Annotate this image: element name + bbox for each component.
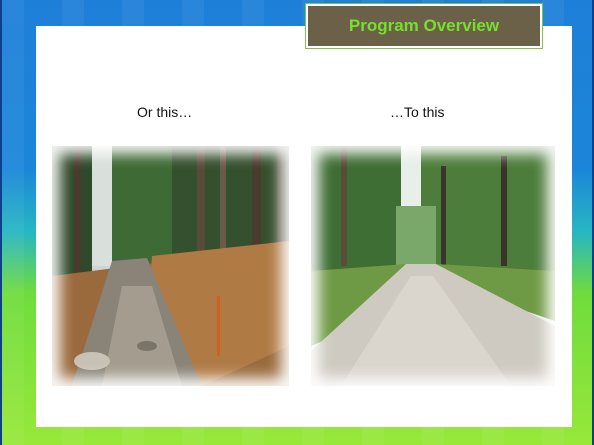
title-banner: Program Overview bbox=[306, 4, 542, 48]
after-road-image bbox=[311, 146, 555, 386]
after-road-photo bbox=[311, 146, 555, 386]
before-road-image bbox=[52, 146, 289, 386]
left-caption: Or this… bbox=[137, 104, 193, 120]
slide-title: Program Overview bbox=[348, 16, 500, 35]
slide-background: Program Overview Or this… …To this bbox=[0, 0, 594, 445]
before-road-photo bbox=[52, 146, 289, 386]
right-caption: …To this bbox=[390, 104, 445, 120]
